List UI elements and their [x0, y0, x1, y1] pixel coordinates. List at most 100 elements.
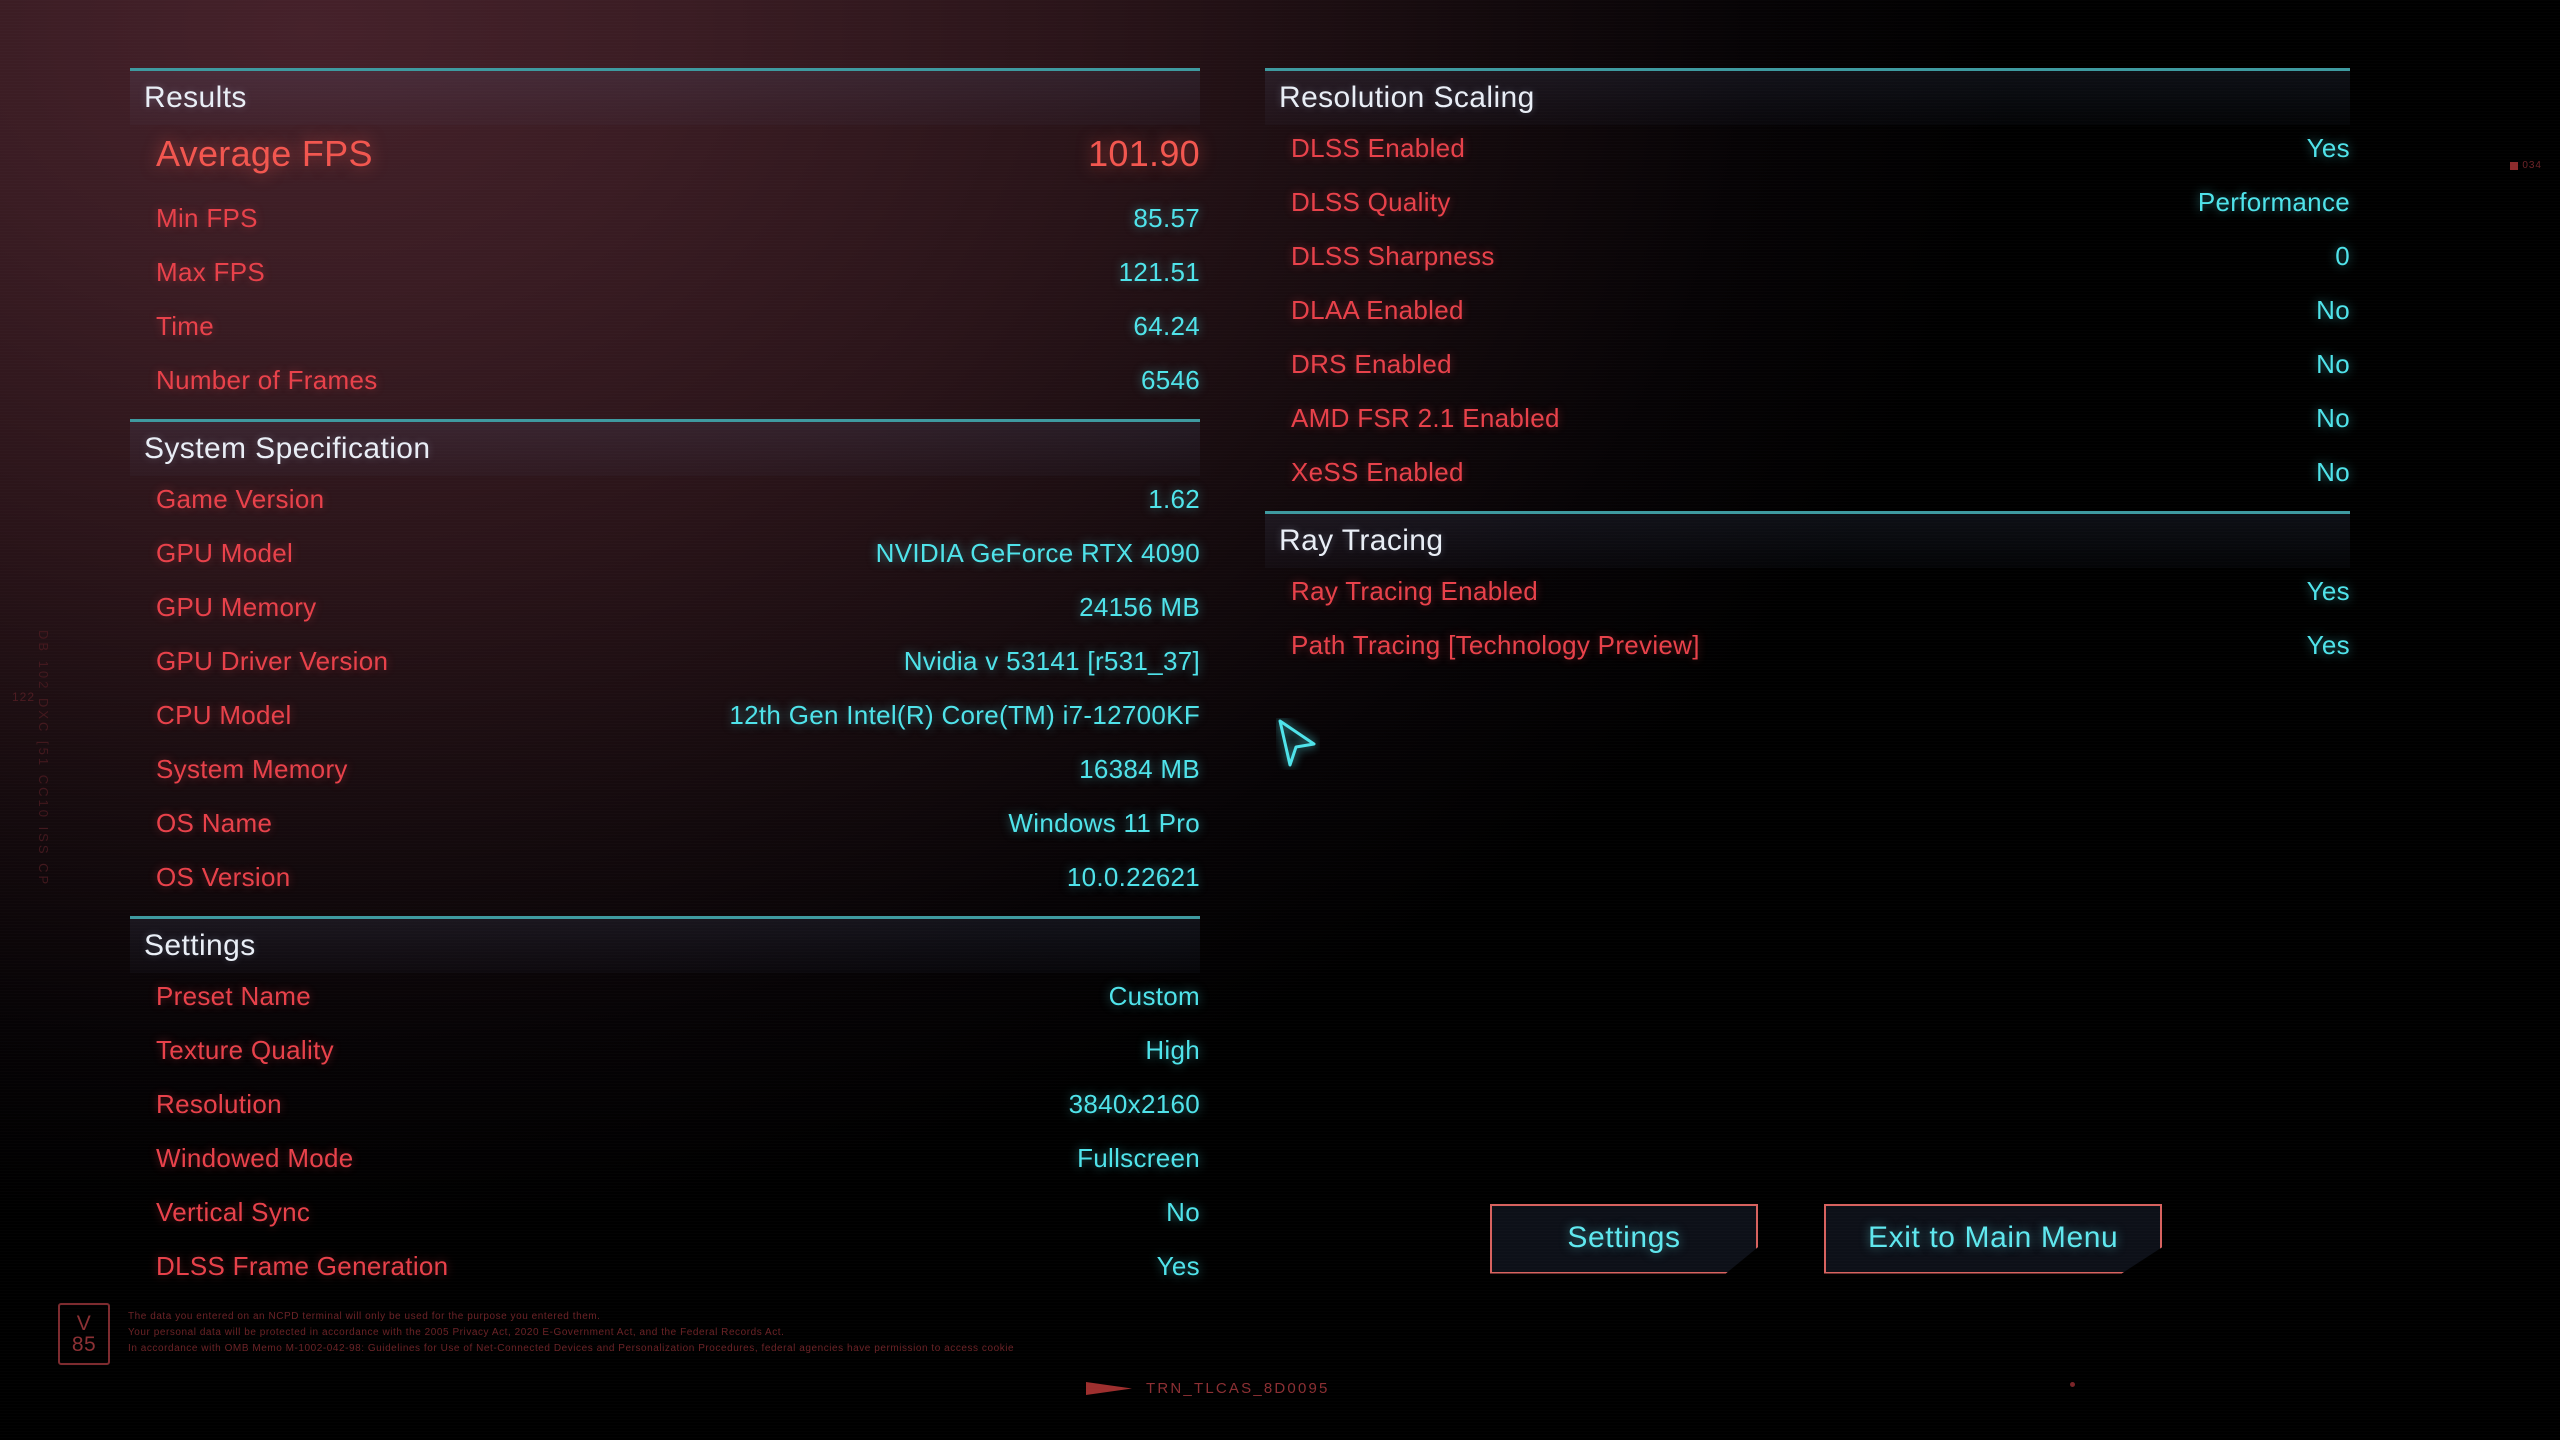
row-preset-name: Preset Name Custom [130, 981, 1200, 1035]
bottom-right-dot-icon [2070, 1382, 2075, 1387]
marker-square-icon [2510, 161, 2519, 170]
section-header-ray-tracing: Ray Tracing [1265, 511, 2350, 568]
section-title: Settings [144, 929, 256, 962]
legal-line-2: Your personal data will be protected in … [128, 1326, 785, 1338]
legal-line-3: In accordance with OMB Memo M-1002-042-9… [128, 1342, 1015, 1354]
row-label: DLSS Enabled [1291, 133, 1466, 163]
row-dlss-sharpness: DLSS Sharpness 0 [1265, 241, 2350, 295]
row-label: Average FPS [156, 133, 373, 174]
row-vertical-sync: Vertical Sync No [130, 1197, 1200, 1251]
row-gpu-model: GPU Model NVIDIA GeForce RTX 4090 [130, 538, 1200, 592]
section-results: Results Average FPS 101.90 Min FPS 85.57 Max … [130, 68, 1200, 419]
row-value: High [1145, 1035, 1200, 1065]
row-value: 6546 [1140, 365, 1200, 395]
action-buttons: Settings Exit to Main Menu [1490, 1204, 2163, 1274]
row-label: OS Name [156, 808, 273, 838]
row-max-fps: Max FPS 121.51 [130, 257, 1200, 311]
row-value: 3840x2160 [1068, 1089, 1200, 1119]
section-header-system-specification: System Specification [130, 419, 1200, 476]
row-dlss-frame-generation: DLSS Frame Generation Yes [130, 1251, 1200, 1305]
row-value: 12th Gen Intel(R) Core(TM) i7-12700KF [729, 700, 1200, 730]
section-header-settings: Settings [130, 916, 1200, 973]
section-header-results: Results [130, 68, 1200, 125]
row-label: Number of Frames [156, 365, 378, 395]
row-value: 64.24 [1133, 311, 1200, 341]
row-value: 101.90 [1088, 133, 1200, 174]
row-label: XeSS Enabled [1291, 457, 1464, 487]
row-texture-quality: Texture Quality High [130, 1035, 1200, 1089]
row-os-version: OS Version 10.0.22621 [130, 862, 1200, 916]
section-rows: DLSS Enabled Yes DLSS Quality Performance DL… [1265, 125, 2350, 511]
legal-line-1: The data you entered on an NCPD terminal… [128, 1311, 601, 1322]
row-drs-enabled: DRS Enabled No [1265, 349, 2350, 403]
row-xess-enabled: XeSS Enabled No [1265, 457, 2350, 511]
row-gpu-driver-version: GPU Driver Version Nvidia v 53141 [r531_3… [130, 646, 1200, 700]
row-label: Min FPS [156, 203, 258, 233]
row-label: Windowed Mode [156, 1143, 354, 1173]
row-value: Nvidia v 53141 [r531_37] [903, 646, 1200, 676]
legal-disclaimer-text: The data you entered on an NCPD terminal… [128, 1303, 1014, 1356]
row-value: NVIDIA GeForce RTX 4090 [875, 538, 1200, 568]
section-rows: Ray Tracing Enabled Yes Path Tracing [Tech… [1265, 568, 2350, 684]
mouse-cursor-icon [1276, 718, 1320, 770]
left-edge-deco-number: 122 [12, 690, 36, 704]
row-value: 16384 MB [1079, 754, 1200, 784]
row-value: 121.51 [1118, 257, 1200, 287]
v-badge-line-2: 85 [71, 1333, 97, 1356]
row-value: 0 [2335, 241, 2350, 271]
row-system-memory: System Memory 16384 MB [130, 754, 1200, 808]
row-label: Game Version [156, 484, 325, 514]
row-label: DLAA Enabled [1291, 295, 1464, 325]
row-windowed-mode: Windowed Mode Fullscreen [130, 1143, 1200, 1197]
v85-badge: V 85 [58, 1303, 110, 1365]
row-label: Path Tracing [Technology Preview] [1291, 630, 1700, 660]
row-label: Max FPS [156, 257, 266, 287]
settings-button[interactable]: Settings [1490, 1204, 1758, 1274]
row-value: 1.62 [1148, 484, 1200, 514]
row-dlss-quality: DLSS Quality Performance [1265, 187, 2350, 241]
left-column: Results Average FPS 101.90 Min FPS 85.57 Max … [130, 68, 1200, 1305]
row-number-of-frames: Number of Frames 6546 [130, 365, 1200, 419]
section-header-resolution-scaling: Resolution Scaling [1265, 68, 2350, 125]
row-value: No [1166, 1197, 1200, 1227]
section-ray-tracing: Ray Tracing Ray Tracing Enabled Yes Path Tr… [1265, 511, 2350, 684]
row-value: No [2316, 403, 2350, 433]
top-right-marker: 034 [2510, 160, 2542, 171]
row-min-fps: Min FPS 85.57 [130, 203, 1200, 257]
row-value: Custom [1108, 981, 1200, 1011]
row-label: System Memory [156, 754, 348, 784]
row-label: Resolution [156, 1089, 282, 1119]
row-label: Ray Tracing Enabled [1291, 576, 1539, 606]
row-value: No [2316, 457, 2350, 487]
row-value: 24156 MB [1079, 592, 1200, 622]
row-label: Preset Name [156, 981, 312, 1011]
row-value: No [2316, 295, 2350, 325]
row-value: Windows 11 Pro [1008, 808, 1200, 838]
v-badge-watermark: V 85 The data you entered on an NCPD ter… [58, 1303, 1014, 1365]
row-dlss-enabled: DLSS Enabled Yes [1265, 133, 2350, 187]
row-label: CPU Model [156, 700, 292, 730]
bottom-tracking-code: TRN_TLCAS_8D0095 [1086, 1380, 1330, 1397]
row-label: DLSS Frame Generation [156, 1251, 449, 1281]
row-average-fps: Average FPS 101.90 [130, 133, 1200, 203]
benchmark-results-screen: Results Average FPS 101.90 Min FPS 85.57 Max … [0, 0, 2560, 1440]
row-value: 85.57 [1133, 203, 1200, 233]
row-label: Vertical Sync [156, 1197, 311, 1227]
row-label: GPU Memory [156, 592, 317, 622]
right-column: Resolution Scaling DLSS Enabled Yes DLSS Qu… [1265, 68, 2350, 684]
row-amd-fsr-2-1-enabled: AMD FSR 2.1 Enabled No [1265, 403, 2350, 457]
v-badge-line-1: V [76, 1311, 92, 1335]
row-label: Time [156, 311, 215, 341]
section-rows: Average FPS 101.90 Min FPS 85.57 Max FPS 121.… [130, 125, 1200, 419]
exit-to-main-menu-button[interactable]: Exit to Main Menu [1824, 1204, 2163, 1274]
row-cpu-model: CPU Model 12th Gen Intel(R) Core(TM) i7-1… [130, 700, 1200, 754]
row-resolution: Resolution 3840x2160 [130, 1089, 1200, 1143]
row-value: 10.0.22621 [1066, 862, 1200, 892]
row-value: Yes [2306, 630, 2350, 660]
section-system-specification: System Specification Game Version 1.62 GPU … [130, 419, 1200, 916]
left-edge-deco-text: DB 102 DXC [51 CC10 ISS CP [36, 630, 51, 888]
row-label: OS Version [156, 862, 291, 892]
row-path-tracing: Path Tracing [Technology Preview] Yes [1265, 630, 2350, 684]
tracking-code-text: TRN_TLCAS_8D0095 [1146, 1380, 1330, 1397]
wedge-icon [1086, 1382, 1132, 1395]
